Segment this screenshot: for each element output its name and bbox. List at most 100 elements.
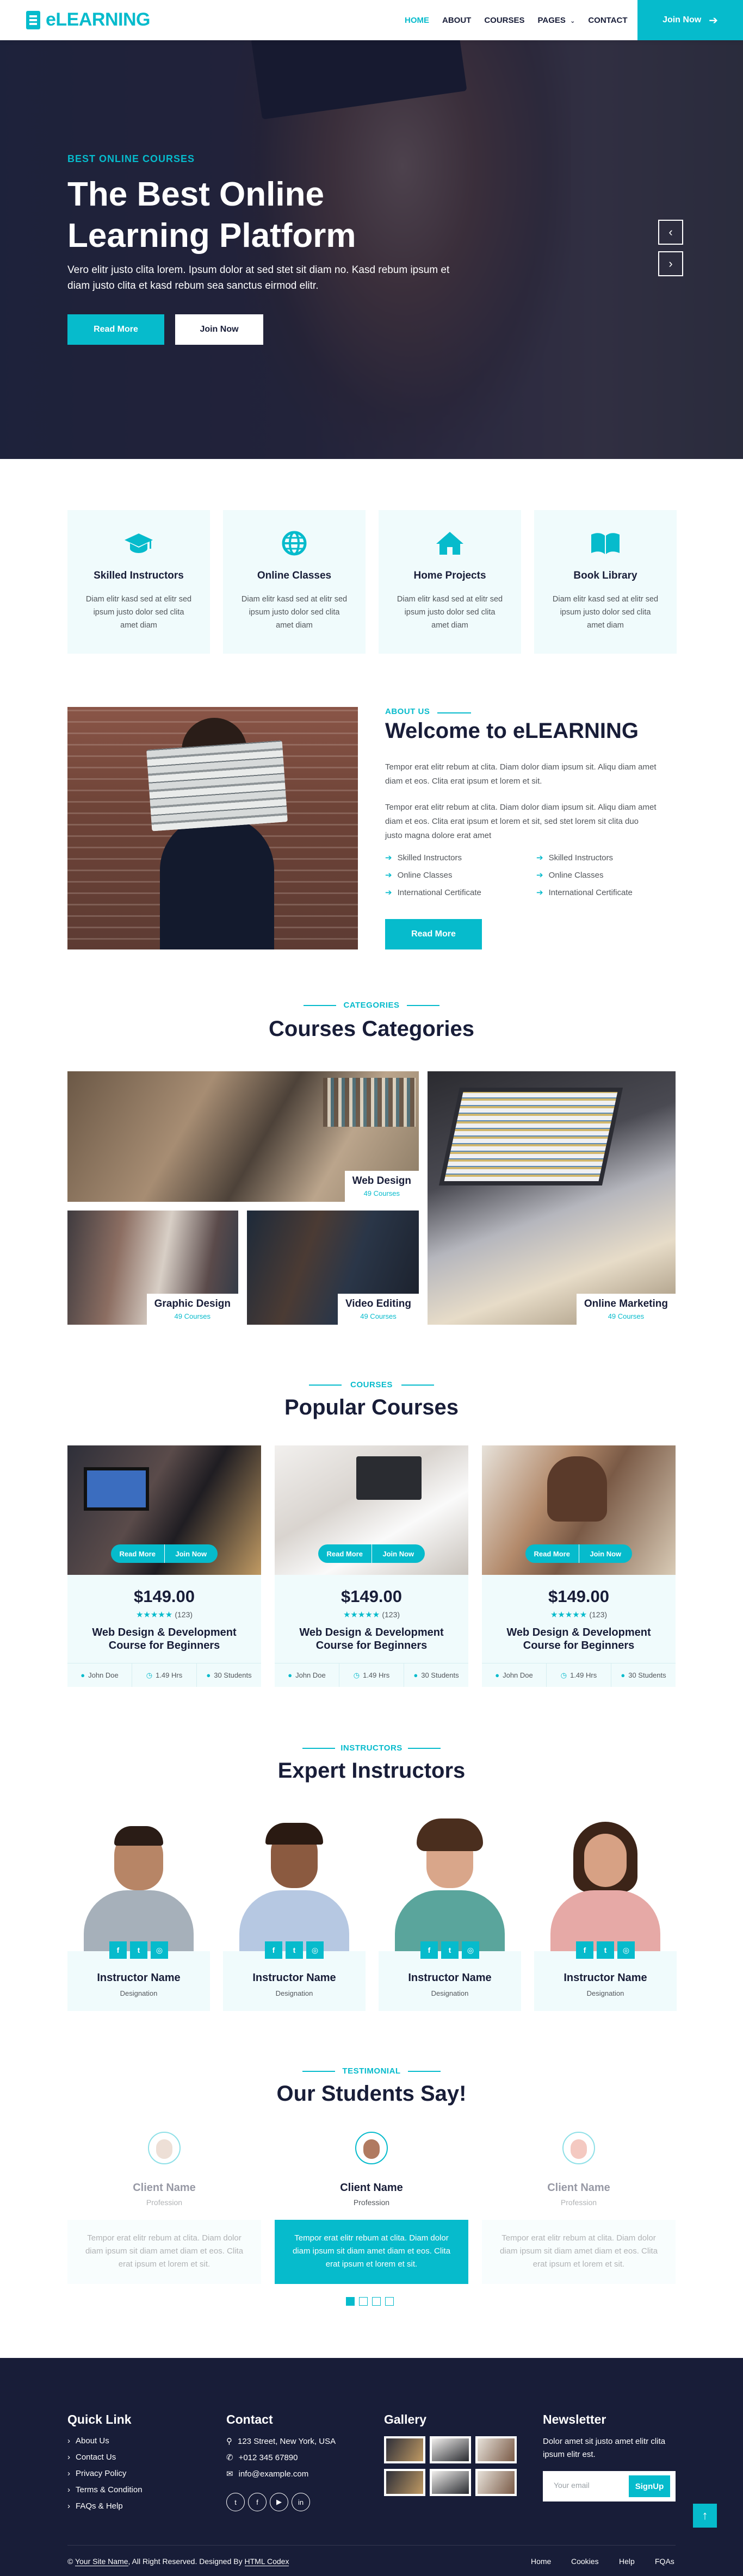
envelope-icon: ✉ bbox=[226, 2469, 233, 2479]
hero-read-more-button[interactable]: Read More bbox=[67, 314, 164, 345]
about-read-more-button[interactable]: Read More bbox=[385, 919, 482, 949]
join-now-button[interactable]: Join Now ➔ bbox=[637, 0, 743, 40]
instructor-designation: Designation bbox=[275, 1989, 313, 1997]
course-card: Read More Join Now $149.00 ★★★★★ (123) We… bbox=[275, 1445, 468, 1687]
gallery-thumb[interactable] bbox=[430, 2469, 471, 2496]
newsletter-email-input[interactable]: Your email bbox=[554, 2481, 590, 2490]
instagram-icon[interactable]: ◎ bbox=[306, 1941, 324, 1959]
author-name: John Doe bbox=[295, 1671, 326, 1679]
nav-pages[interactable]: PAGES ⌄ bbox=[531, 16, 582, 25]
carousel-dot[interactable] bbox=[372, 2297, 381, 2306]
category-card[interactable]: Online Marketing 49 Courses bbox=[428, 1071, 676, 1325]
service-title: Book Library bbox=[573, 570, 637, 581]
gallery-thumb[interactable] bbox=[475, 2469, 517, 2496]
author-name: John Doe bbox=[88, 1671, 119, 1679]
course-rating: ★★★★★ (123) bbox=[482, 1610, 676, 1619]
gallery-thumb[interactable] bbox=[384, 2469, 425, 2496]
feature-label: Online Classes bbox=[548, 870, 604, 880]
nav-home[interactable]: HOME bbox=[398, 16, 436, 25]
designer-link[interactable]: HTML Codex bbox=[244, 2557, 289, 2566]
gallery-thumb[interactable] bbox=[475, 2436, 517, 2463]
instagram-icon[interactable]: ◎ bbox=[462, 1941, 479, 1959]
twitter-icon[interactable]: t bbox=[597, 1941, 614, 1959]
eyebrow-line bbox=[408, 2071, 441, 2072]
user-icon: ● bbox=[288, 1671, 293, 1679]
course-card: Read More Join Now $149.00 ★★★★★ (123) We… bbox=[482, 1445, 676, 1687]
contact-email: ✉ info@example.com bbox=[226, 2469, 308, 2479]
footer-menu-cookies[interactable]: Cookies bbox=[571, 2557, 599, 2566]
instagram-icon[interactable]: ◎ bbox=[617, 1941, 635, 1959]
twitter-icon[interactable]: t bbox=[130, 1941, 147, 1959]
avatar-face bbox=[363, 2139, 380, 2159]
instructors-eyebrow: INSTRUCTORS bbox=[340, 1743, 403, 1753]
course-join-now-button[interactable]: Join Now bbox=[371, 1544, 425, 1563]
carousel-dot[interactable] bbox=[346, 2297, 355, 2306]
chevron-left-icon[interactable]: ‹ bbox=[658, 220, 683, 245]
gallery-thumb[interactable] bbox=[384, 2436, 425, 2463]
footer-menu-home[interactable]: Home bbox=[531, 2557, 551, 2566]
arrow-right-icon: ➔ bbox=[536, 888, 543, 897]
course-actions: Read More Join Now bbox=[525, 1544, 632, 1563]
course-read-more-button[interactable]: Read More bbox=[111, 1544, 165, 1563]
chevron-right-icon[interactable]: › bbox=[658, 251, 683, 276]
eyebrow-line bbox=[437, 712, 471, 713]
course-join-now-button[interactable]: Join Now bbox=[579, 1544, 632, 1563]
facebook-icon[interactable]: f bbox=[576, 1941, 593, 1959]
category-card[interactable]: Video Editing 49 Courses bbox=[247, 1211, 419, 1325]
newsletter-signup-button[interactable]: SignUp bbox=[629, 2475, 670, 2497]
twitter-icon[interactable]: t bbox=[226, 2493, 245, 2511]
course-read-more-button[interactable]: Read More bbox=[318, 1544, 372, 1563]
carousel-dot[interactable] bbox=[359, 2297, 368, 2306]
service-card: Skilled Instructors Diam elitr kasd sed … bbox=[67, 510, 210, 654]
instructor-card: f t ◎ Instructor Name Designation bbox=[379, 1809, 521, 2011]
course-meta: ● John Doe ◷ 1.49 Hrs ● 30 Students bbox=[67, 1663, 261, 1687]
site-name-link[interactable]: Your Site Name bbox=[75, 2557, 128, 2566]
eyebrow-line bbox=[408, 1748, 441, 1749]
feature-item: ➔ International Certificate bbox=[536, 887, 633, 898]
footer bbox=[0, 2358, 743, 2576]
footer-link[interactable]: › Privacy Policy bbox=[67, 2469, 126, 2478]
brand-logo[interactable]: eLEARNING bbox=[26, 9, 150, 30]
nav-about[interactable]: ABOUT bbox=[436, 16, 478, 25]
nav-courses[interactable]: COURSES bbox=[478, 16, 531, 25]
footer-link[interactable]: › Contact Us bbox=[67, 2453, 116, 2462]
course-read-more-button[interactable]: Read More bbox=[525, 1544, 579, 1563]
category-card[interactable]: Web Design 49 Courses bbox=[67, 1071, 419, 1202]
instructor-photo bbox=[534, 1809, 677, 1951]
eyebrow-line bbox=[304, 1005, 336, 1006]
footer-menu-help[interactable]: Help bbox=[619, 2557, 635, 2566]
course-actions: Read More Join Now bbox=[318, 1544, 425, 1563]
instagram-icon[interactable]: ◎ bbox=[151, 1941, 168, 1959]
footer-menu-fqas[interactable]: FQAs bbox=[655, 2557, 674, 2566]
author-name: John Doe bbox=[503, 1671, 533, 1679]
facebook-icon[interactable]: f bbox=[265, 1941, 282, 1959]
footer-link[interactable]: › FAQs & Help bbox=[67, 2501, 123, 2511]
youtube-icon[interactable]: ▶ bbox=[270, 2493, 288, 2511]
testimonial-title: Our Students Say! bbox=[276, 2082, 467, 2106]
courses-eyebrow: COURSES bbox=[350, 1380, 393, 1389]
instructor-designation: Designation bbox=[586, 1989, 624, 1997]
footer-link-label: Privacy Policy bbox=[76, 2469, 127, 2478]
back-to-top-button[interactable]: ↑ bbox=[693, 2504, 717, 2528]
category-label: Online Marketing 49 Courses bbox=[576, 1294, 676, 1325]
instructor-card: f t ◎ Instructor Name Designation bbox=[223, 1809, 366, 2011]
nav-contact[interactable]: CONTACT bbox=[581, 16, 634, 25]
footer-link[interactable]: › Terms & Condition bbox=[67, 2485, 143, 2494]
course-join-now-button[interactable]: Join Now bbox=[164, 1544, 218, 1563]
client-profession: Profession bbox=[353, 2198, 390, 2207]
service-title: Home Projects bbox=[413, 570, 486, 581]
linkedin-icon[interactable]: in bbox=[292, 2493, 310, 2511]
facebook-icon[interactable]: f bbox=[420, 1941, 438, 1959]
laptop-screen bbox=[438, 1088, 623, 1185]
facebook-icon[interactable]: f bbox=[248, 2493, 267, 2511]
hero-join-now-button[interactable]: Join Now bbox=[175, 314, 263, 345]
hair bbox=[265, 1823, 323, 1845]
twitter-icon[interactable]: t bbox=[286, 1941, 303, 1959]
category-card[interactable]: Graphic Design 49 Courses bbox=[67, 1211, 238, 1325]
gallery-thumb[interactable] bbox=[430, 2436, 471, 2463]
footer-link[interactable]: › About Us bbox=[67, 2436, 109, 2445]
carousel-dot[interactable] bbox=[385, 2297, 394, 2306]
facebook-icon[interactable]: f bbox=[109, 1941, 127, 1959]
twitter-icon[interactable]: t bbox=[441, 1941, 459, 1959]
social-links: f t ◎ bbox=[573, 1941, 638, 1961]
